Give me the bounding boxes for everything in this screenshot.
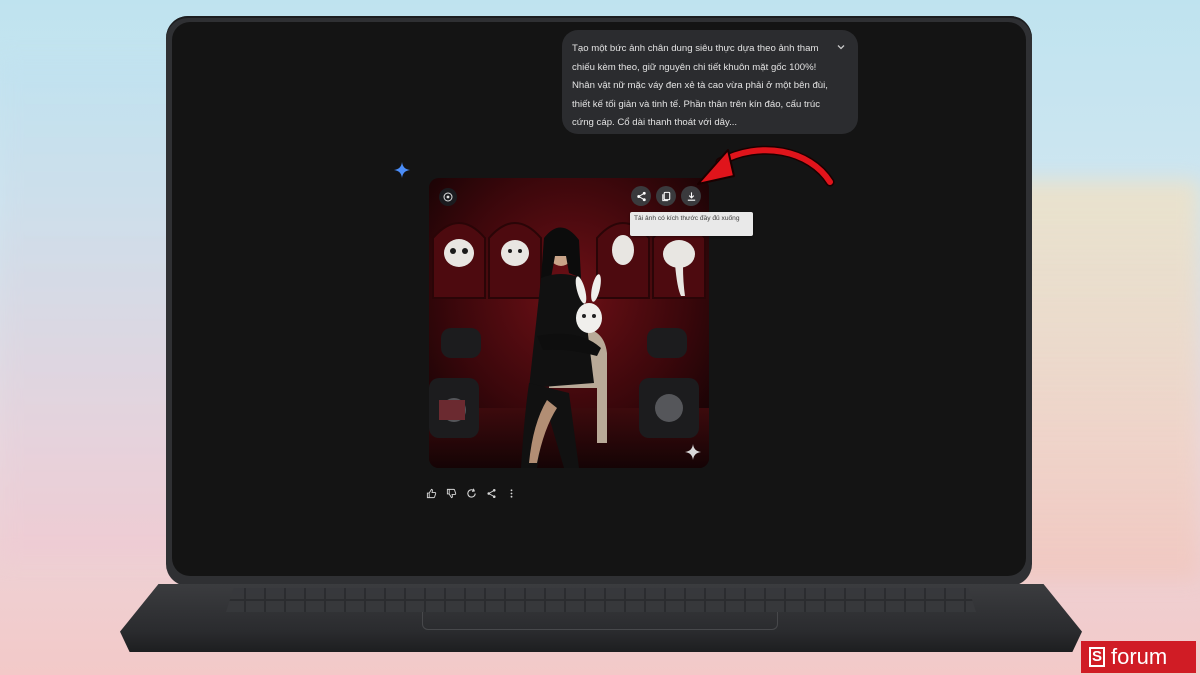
prompt-text: Tạo một bức ảnh chân dung siêu thực dựa … bbox=[572, 43, 828, 129]
copy-image-button[interactable] bbox=[656, 186, 676, 206]
laptop-trackpad bbox=[422, 612, 778, 630]
sforum-logo-letter: S bbox=[1089, 647, 1105, 667]
regenerate-button[interactable] bbox=[464, 486, 478, 500]
user-prompt-bubble[interactable]: Tạo một bức ảnh chân dung siêu thực dựa … bbox=[562, 30, 858, 134]
more-vert-icon bbox=[510, 488, 512, 498]
sforum-logo-word: forum bbox=[1111, 644, 1168, 669]
flower-icon bbox=[443, 192, 453, 202]
regenerate-icon bbox=[466, 488, 476, 498]
thumbs-down-button[interactable] bbox=[444, 486, 458, 500]
share-icon bbox=[486, 488, 496, 498]
share-response-button[interactable] bbox=[484, 486, 498, 500]
sforum-logo: S forum bbox=[1081, 641, 1196, 673]
gemini-spark-icon bbox=[394, 162, 410, 178]
thumbs-down-icon bbox=[446, 488, 456, 498]
chevron-down-icon[interactable] bbox=[836, 42, 846, 52]
response-actions bbox=[424, 486, 518, 500]
thumbs-up-icon bbox=[426, 488, 436, 498]
laptop-screen: Tạo một bức ảnh chân dung siêu thực dựa … bbox=[172, 22, 1026, 576]
tooltip-text: Tải ảnh có kích thước đầy đủ xuống bbox=[634, 215, 740, 222]
share-image-button[interactable] bbox=[631, 186, 651, 206]
gemini-badge-icon bbox=[439, 188, 457, 206]
ai-generated-spark-icon bbox=[685, 444, 701, 460]
download-tooltip: Tải ảnh có kích thước đầy đủ xuống bbox=[630, 212, 753, 236]
red-arrow-annotation bbox=[697, 145, 835, 187]
copy-icon bbox=[661, 191, 670, 201]
share-icon bbox=[636, 191, 646, 201]
more-options-button[interactable] bbox=[504, 486, 518, 500]
laptop-keyboard bbox=[226, 588, 976, 612]
thumbs-up-button[interactable] bbox=[424, 486, 438, 500]
